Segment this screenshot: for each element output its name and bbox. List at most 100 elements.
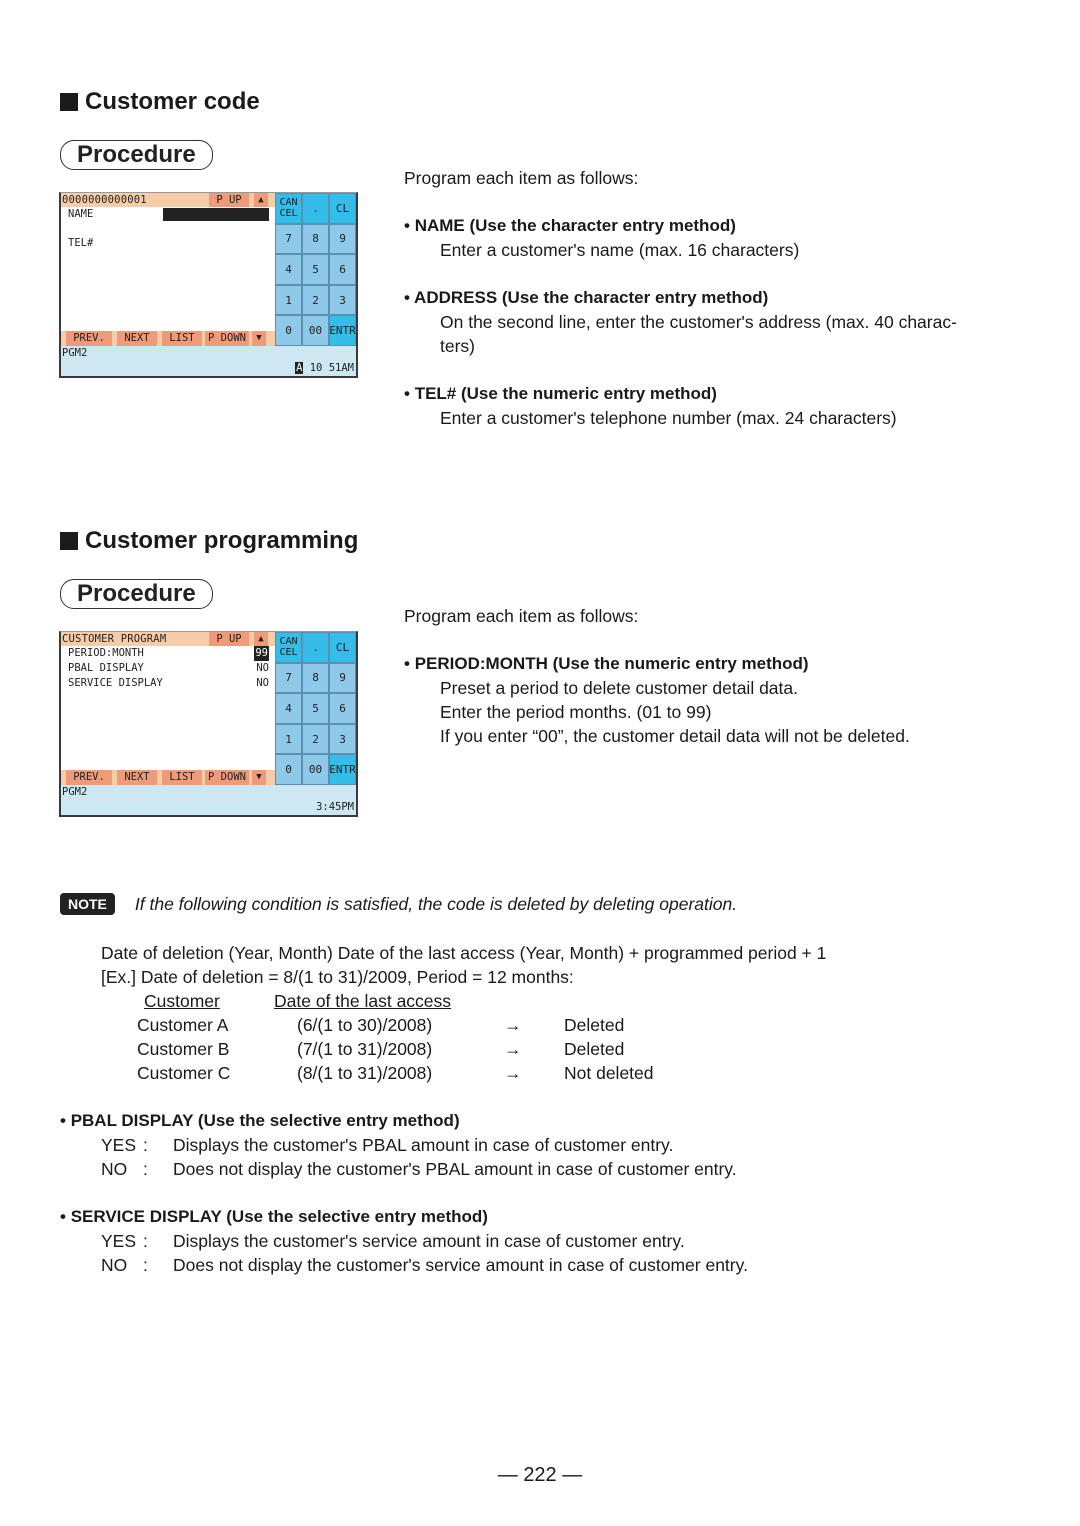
key-3[interactable]: 3	[329, 723, 356, 755]
key-7[interactable]: 7	[275, 223, 302, 255]
key-8[interactable]: 8	[302, 662, 329, 694]
item-title: • TEL# (Use the numeric entry method)	[404, 384, 717, 403]
section-heading-customer-code: Customer code	[60, 88, 260, 116]
option-key: YES	[101, 1135, 137, 1155]
arrow-right-icon: →	[504, 1015, 522, 1035]
key-clear[interactable]: CL	[329, 193, 356, 224]
note-badge: NOTE	[60, 893, 115, 915]
key-enter[interactable]: ENTR	[329, 754, 356, 785]
option-key: YES	[101, 1231, 137, 1251]
key-cancel[interactable]: CAN CEL	[275, 193, 302, 224]
dash-decoration: —	[497, 1464, 524, 1486]
key-5[interactable]: 5	[302, 254, 329, 285]
key-4[interactable]: 4	[275, 693, 302, 724]
prev-button[interactable]: PREV.	[66, 770, 112, 785]
dash-decoration: —	[556, 1464, 583, 1486]
screen-title-bar: 0000000000001 P UP ▲	[61, 193, 275, 207]
cell-customer: Customer A	[137, 1015, 229, 1035]
setting-label: SERVICE DISPLAY	[68, 677, 163, 689]
key-decimal[interactable]: .	[302, 632, 329, 663]
heading-text: Customer code	[85, 88, 260, 115]
option-key: NO	[101, 1159, 128, 1179]
page-down-button[interactable]: P DOWN	[205, 770, 249, 785]
scroll-down-arrow-icon[interactable]: ▼	[252, 770, 266, 785]
key-label: CEL	[279, 647, 298, 659]
key-2[interactable]: 2	[302, 723, 329, 755]
name-input-cursor[interactable]	[163, 208, 269, 221]
key-9[interactable]: 9	[329, 223, 356, 255]
page-up-button[interactable]: P UP	[209, 632, 249, 646]
setting-row-period[interactable]: PERIOD:MONTH 99	[68, 646, 269, 661]
cell-customer: Customer C	[137, 1063, 231, 1083]
key-1[interactable]: 1	[275, 723, 302, 755]
key-0[interactable]: 0	[275, 754, 302, 785]
tel-field-label: TEL#	[68, 237, 94, 249]
page-up-button[interactable]: P UP	[209, 193, 249, 207]
deletion-table: Customer A (6/(1 to 30)/2008) → Deleted …	[137, 1013, 654, 1085]
key-00[interactable]: 00	[302, 315, 329, 346]
key-1[interactable]: 1	[275, 284, 302, 316]
key-2[interactable]: 2	[302, 284, 329, 316]
key-7[interactable]: 7	[275, 662, 302, 694]
option-desc: Does not display the customer's PBAL amo…	[173, 1159, 737, 1179]
setting-row-service[interactable]: SERVICE DISPLAY NO	[68, 676, 269, 691]
item-title-text: ADDRESS (Use the character entry method)	[414, 288, 769, 307]
heading-text: Customer programming	[85, 527, 359, 554]
key-9[interactable]: 9	[329, 662, 356, 694]
key-5[interactable]: 5	[302, 693, 329, 724]
note-text: If the following condition is satisfied,…	[134, 893, 738, 914]
pos-screen-customer-code: 0000000000001 P UP ▲ NAME TEL# PREV. NEX…	[59, 192, 358, 378]
customer-code-value: 0000000000001	[62, 194, 147, 206]
next-button[interactable]: NEXT	[117, 331, 157, 346]
cell-result: Deleted	[564, 1015, 625, 1035]
option-key: NO	[101, 1255, 128, 1275]
screen-title-bar: CUSTOMER PROGRAM P UP ▲	[61, 632, 275, 646]
key-6[interactable]: 6	[329, 693, 356, 724]
clock-time: 3:45PM	[316, 801, 354, 813]
setting-value-selected[interactable]: 99	[254, 646, 269, 661]
square-bullet-icon	[60, 93, 78, 111]
item-title-text: TEL# (Use the numeric entry method)	[414, 384, 717, 403]
next-button[interactable]: NEXT	[117, 770, 157, 785]
item-title-text: PERIOD:MONTH (Use the numeric entry meth…	[414, 654, 809, 673]
option-pbal-display: • PBAL DISPLAY (Use the selective entry …	[60, 1109, 737, 1181]
option-row-yes: YES : Displays the customer's service am…	[60, 1229, 748, 1253]
option-row-yes: YES : Displays the customer's PBAL amoun…	[60, 1133, 737, 1157]
screen-title: CUSTOMER PROGRAM	[62, 633, 167, 645]
section-heading-customer-programming: Customer programming	[60, 527, 358, 555]
deletion-example: [Ex.] Date of deletion = 8/(1 to 31)/200…	[101, 967, 574, 987]
key-3[interactable]: 3	[329, 284, 356, 316]
key-enter[interactable]: ENTR	[329, 315, 356, 346]
key-0[interactable]: 0	[275, 315, 302, 346]
procedure-label: Procedure	[60, 579, 213, 609]
page-down-button[interactable]: P DOWN	[205, 331, 249, 346]
cell-date: (8/(1 to 31)/2008)	[297, 1063, 433, 1083]
list-button[interactable]: LIST	[162, 770, 202, 785]
scroll-up-arrow-icon[interactable]: ▲	[254, 632, 268, 646]
scroll-down-arrow-icon[interactable]: ▼	[252, 331, 266, 346]
option-row-no: NO : Does not display the customer's PBA…	[60, 1157, 737, 1181]
key-6[interactable]: 6	[329, 254, 356, 285]
key-cancel[interactable]: CAN CEL	[275, 632, 302, 663]
key-4[interactable]: 4	[275, 254, 302, 285]
item-description: Enter a customer's telephone number (max…	[440, 408, 897, 428]
key-8[interactable]: 8	[302, 223, 329, 255]
prev-button[interactable]: PREV.	[66, 331, 112, 346]
option-desc: Does not display the customer's service …	[173, 1255, 748, 1275]
list-button[interactable]: LIST	[162, 331, 202, 346]
setting-label: PBAL DISPLAY	[68, 662, 144, 674]
setting-label: PERIOD:MONTH	[68, 647, 144, 659]
key-decimal[interactable]: .	[302, 193, 329, 224]
item-name: • NAME (Use the character entry method) …	[404, 214, 799, 262]
option-separator: :	[143, 1255, 148, 1275]
item-description: Enter a customer's name (max. 16 charact…	[440, 240, 800, 260]
screen-status-bar: PGM2 A 10 51AM	[61, 346, 356, 376]
numeric-keypad: CAN CEL . CL 7 8 9 4 5 6 1 2 3 0 00 ENTR	[275, 193, 356, 346]
setting-row-pbal[interactable]: PBAL DISPLAY NO	[68, 661, 269, 676]
key-00[interactable]: 00	[302, 754, 329, 785]
key-clear[interactable]: CL	[329, 632, 356, 663]
mode-indicator: PGM2	[62, 786, 88, 798]
scroll-up-arrow-icon[interactable]: ▲	[254, 193, 268, 207]
item-tel: • TEL# (Use the numeric entry method) En…	[404, 382, 897, 430]
option-title: • PBAL DISPLAY (Use the selective entry …	[60, 1111, 460, 1130]
